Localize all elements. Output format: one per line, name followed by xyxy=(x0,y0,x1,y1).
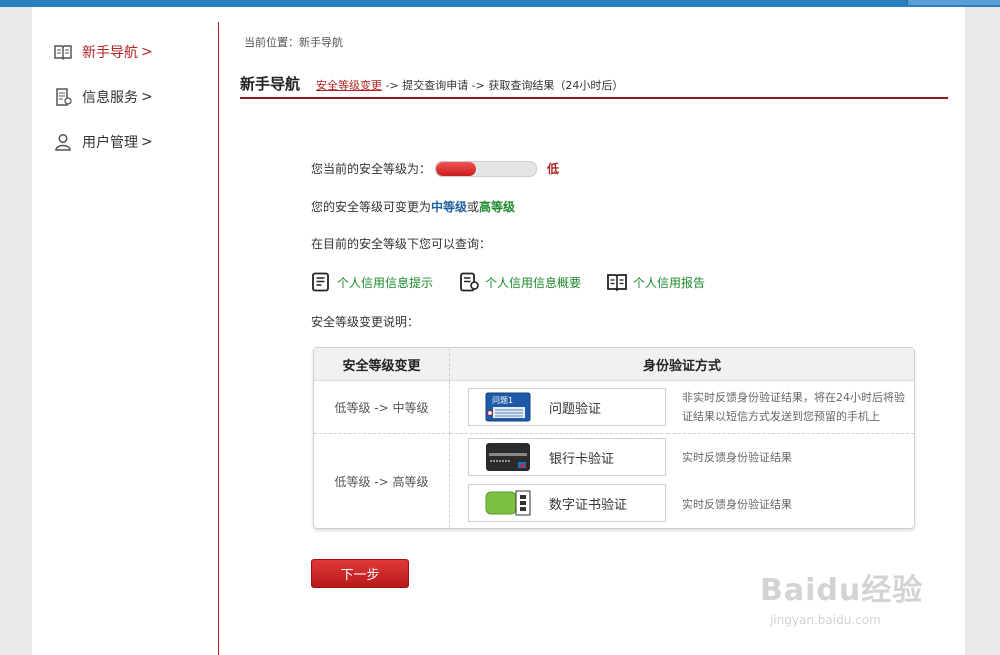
security-level-fill xyxy=(436,161,477,176)
option-mid-level[interactable]: 中等级 xyxy=(431,198,467,215)
security-level-text: 低 xyxy=(547,162,560,176)
level-change-cell: 低等级 -> 中等级 xyxy=(314,381,450,433)
sidebar: 新手导航 > 信息服务 > 用户管理 > xyxy=(32,7,218,655)
method-digital-cert[interactable]: 数字证书验证 xyxy=(468,484,666,522)
step-progress: 安全等级变更 -> 提交查询申请 -> 获取查询结果（24小时后） xyxy=(316,77,623,97)
query-links: 个人信用信息提示 个人信用信息概要 个人信用报告 xyxy=(311,272,731,292)
top-bar-tab[interactable] xyxy=(907,0,1000,5)
usb-key-icon xyxy=(485,490,531,516)
security-level-bar xyxy=(435,160,538,177)
change-level-label: 您的安全等级可变更为 xyxy=(311,200,432,214)
query-label: 在目前的安全等级下您可以查询： xyxy=(311,237,492,251)
method-label: 数字证书验证 xyxy=(549,497,628,513)
sidebar-item-info-service[interactable]: 信息服务 > xyxy=(54,86,153,108)
top-bar xyxy=(0,0,1000,7)
link-label: 个人信用报告 xyxy=(633,275,706,290)
table-row: 低等级 -> 中等级 问题1 问题验证 非实时反馈身份验证结果，将在24小时后将… xyxy=(314,381,914,433)
explain-label-row: 安全等级变更说明： xyxy=(311,313,419,330)
method-cell: 问题1 问题验证 xyxy=(450,381,668,433)
bank-card-icon xyxy=(486,443,530,471)
sidebar-item-label: 信息服务 xyxy=(82,90,138,106)
table-row: 低等级 -> 高等级 银行卡验证 实时反馈身份验证结果 xyxy=(314,433,914,528)
document-lines-icon xyxy=(312,272,329,292)
document-icon xyxy=(56,88,72,106)
method-description: 实时反馈身份验证结果 xyxy=(682,497,792,511)
sidebar-item-label: 用户管理 xyxy=(82,135,138,151)
sidebar-item-arrow: > xyxy=(141,134,153,150)
method-cell: 银行卡验证 xyxy=(450,433,668,480)
open-book-icon xyxy=(54,45,72,61)
header-verify-method: 身份验证方式 xyxy=(450,348,914,381)
option-or: 或 xyxy=(467,200,480,214)
table-header-row: 安全等级变更 身份验证方式 xyxy=(314,348,914,381)
explain-label: 安全等级变更说明： xyxy=(311,315,420,329)
query-label-row: 在目前的安全等级下您可以查询： xyxy=(311,235,491,252)
breadcrumb: 当前位置：新手导航 xyxy=(244,36,343,49)
link-credit-hint[interactable]: 个人信用信息提示 xyxy=(311,272,433,292)
sidebar-item-beginner-guide[interactable]: 新手导航 > xyxy=(54,41,153,63)
level-change-cell: 低等级 -> 高等级 xyxy=(314,433,450,528)
current-level-label: 您当前的安全等级为： xyxy=(311,162,432,176)
sidebar-item-arrow: > xyxy=(141,89,153,105)
next-step-button[interactable]: 下一步 xyxy=(311,559,409,588)
link-credit-report[interactable]: 个人信用报告 xyxy=(607,272,705,292)
method-description: 实时反馈身份验证结果 xyxy=(668,433,914,480)
page-title: 新手导航 xyxy=(240,75,301,93)
method-cell: 数字证书验证 xyxy=(450,480,668,528)
question-card-icon: 问题1 xyxy=(485,392,531,422)
step-rest: -> 提交查询申请 -> 获取查询结果（24小时后） xyxy=(382,79,624,92)
method-label: 问题验证 xyxy=(549,401,602,417)
sidebar-item-user-management[interactable]: 用户管理 > xyxy=(54,131,153,153)
open-book-icon xyxy=(607,274,627,292)
link-credit-summary[interactable]: 个人信用信息概要 xyxy=(459,272,581,292)
link-label: 个人信用信息提示 xyxy=(337,275,434,290)
step-active[interactable]: 安全等级变更 xyxy=(316,79,382,92)
user-icon xyxy=(55,133,71,151)
question-card-text: 问题1 xyxy=(492,396,513,405)
header-level-change: 安全等级变更 xyxy=(314,348,450,381)
method-bank-card[interactable]: 银行卡验证 xyxy=(468,438,666,476)
option-high-level[interactable]: 高等级 xyxy=(479,198,515,215)
method-label: 银行卡验证 xyxy=(549,451,615,467)
sidebar-item-label: 新手导航 xyxy=(82,45,138,61)
method-question[interactable]: 问题1 问题验证 xyxy=(468,388,666,426)
page-panel: 新手导航 > 信息服务 > 用户管理 > 当前位置：新手导航 新手导航 安全等级… xyxy=(32,7,965,655)
method-description: 非实时反馈身份验证结果，将在24小时后将验证结果以短信方式发送到您预留的手机上 xyxy=(682,391,905,423)
sidebar-item-arrow: > xyxy=(141,44,153,60)
link-label: 个人信用信息概要 xyxy=(485,275,582,290)
change-level-row: 您的安全等级可变更为 中等级 或 高等级 xyxy=(311,198,515,215)
verification-table: 安全等级变更 身份验证方式 低等级 -> 中等级 问题1 问题验证 非实时反馈身… xyxy=(313,347,915,529)
current-level-row: 您当前的安全等级为： 低 xyxy=(311,160,559,177)
document-info-icon xyxy=(460,272,479,292)
sidebar-divider xyxy=(218,22,219,655)
guide-header: 新手导航 安全等级变更 -> 提交查询申请 -> 获取查询结果（24小时后） xyxy=(240,73,948,99)
main-content: 当前位置：新手导航 新手导航 安全等级变更 -> 提交查询申请 -> 获取查询结… xyxy=(240,7,948,655)
